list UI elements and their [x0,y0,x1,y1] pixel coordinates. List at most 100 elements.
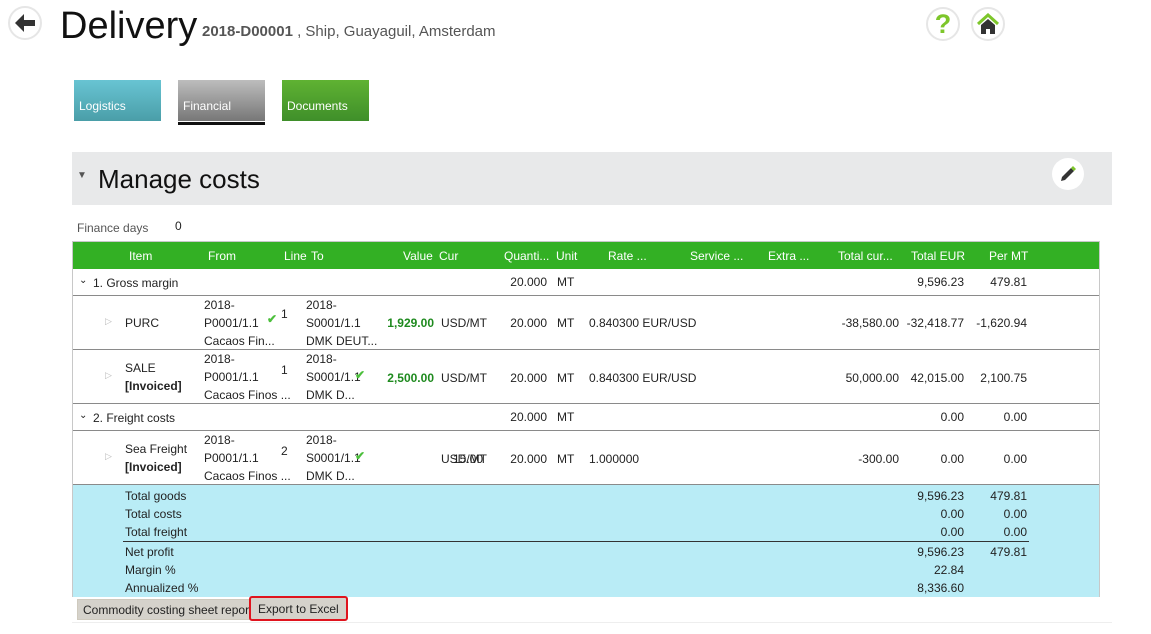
col-per-mt[interactable]: Per MT [989,249,1028,263]
pencil-icon [1061,166,1076,181]
row-status: [Invoiced] [125,379,182,393]
col-total-eur[interactable]: Total EUR [911,249,965,263]
finance-days-label: Finance days [77,221,149,235]
check-icon: ✔ [267,312,278,326]
row-value: 2,500.00 [387,371,434,385]
row-rate: 0.840300 EUR/USD [589,316,697,330]
summary-divider [123,541,1029,542]
col-total-cur[interactable]: Total cur... [838,249,893,263]
tab-financial[interactable]: Financial [178,80,265,121]
col-item[interactable]: Item [129,249,152,263]
col-quantity[interactable]: Quanti... [504,249,549,263]
row-item: Sea Freight [125,442,188,456]
table-row[interactable]: ▷ SALE [Invoiced] 2018- P0001/1.1 Cacaos F… [73,350,1099,404]
group-quantity: 20.000 [510,275,547,289]
edit-button[interactable] [1052,158,1084,190]
row-total-cur: 50,000.00 [845,371,899,385]
col-rate[interactable]: Rate ... [608,249,647,263]
tab-documents[interactable]: Documents [282,80,369,121]
costs-table: Item From Line To Value Cur Quanti... Un… [72,241,1100,597]
col-to[interactable]: To [311,249,324,263]
footer-divider [72,622,1112,623]
delivery-id: 2018-D00001 [202,23,293,40]
row-item: SALE [125,361,156,375]
row-cur: USD/MT [441,316,487,330]
row-status: [Invoiced] [125,460,182,474]
row-quantity: 20.000 [510,316,547,330]
row-to: 2018- S0001/1.1 DMK D... [306,352,361,402]
row-rate: 0.840300 EUR/USD [589,371,697,385]
row-total-cur: -300.00 [858,452,899,466]
row-line: 1 [281,307,288,321]
back-button[interactable] [8,6,42,40]
group-label: 2. Freight costs [93,411,176,425]
expand-row-icon[interactable]: ▷ [105,451,112,462]
page-title: Delivery [60,5,198,47]
row-unit: MT [557,316,575,330]
active-tab-underline [178,122,265,125]
expand-row-icon[interactable]: ▷ [105,316,112,327]
help-icon: ? [934,8,952,39]
col-value[interactable]: Value [403,249,433,263]
row-unit: MT [557,452,575,466]
row-to: 2018- S0001/1.1 DMK DEUT... [306,298,378,348]
group-row-gross-margin[interactable]: ⌄ 1. Gross margin 20.000 MT 9,596.23 479… [73,269,1099,296]
tab-logistics[interactable]: Logistics [74,80,161,121]
row-per-mt: -1,620.94 [976,316,1027,330]
check-icon: ✔ [355,368,366,382]
row-line: 1 [281,363,288,377]
row-total-eur: -32,418.77 [906,316,964,330]
table-row[interactable]: ▷ PURC 2018- P0001/1.1 Cacaos Fin... ✔ 1 2… [73,296,1099,350]
check-icon: ✔ [355,449,366,463]
group-per-mt: 479.81 [990,275,1027,289]
finance-days-value[interactable]: 0 [175,219,182,233]
row-rate: 1.000000 [589,452,640,466]
row-from: 2018- P0001/1.1 Cacaos Fin... [204,298,275,348]
expand-row-icon[interactable]: ▷ [105,370,112,381]
group-per-mt: 0.00 [1003,410,1027,424]
row-per-mt: 0.00 [1003,452,1027,466]
collapse-icon[interactable]: ▼ [77,170,87,181]
col-extra[interactable]: Extra ... [768,249,809,263]
row-item: PURC [125,316,160,330]
row-cur: USD/MT [441,452,487,466]
row-per-mt: 2,100.75 [980,371,1027,385]
group-total-eur: 9,596.23 [917,275,964,289]
row-from: 2018- P0001/1.1 Cacaos Finos ... [204,352,291,402]
row-cur: USD/MT [441,371,487,385]
row-total-eur: 42,015.00 [910,371,964,385]
table-header: Item From Line To Value Cur Quanti... Un… [73,242,1099,269]
home-icon [976,13,1000,34]
group-unit: MT [557,410,575,424]
summary-section: Total goods 9,596.23 479.81 Total costs 0.0… [73,485,1099,597]
delivery-route: , Ship, Guayaguil, Amsterdam [292,23,496,40]
section-header: ▼ Manage costs [72,152,1112,205]
row-line: 2 [281,444,288,458]
row-value: 1,929.00 [387,316,434,330]
row-to: 2018- S0001/1.1 DMK D... [306,433,361,483]
row-from: 2018- P0001/1.1 Cacaos Finos ... [204,433,291,483]
col-unit[interactable]: Unit [556,249,577,263]
col-line[interactable]: Line [284,249,307,263]
col-cur[interactable]: Cur [439,249,458,263]
page-subtitle: 2018-D00001 , Ship, Guayaguil, Amsterdam [202,23,496,40]
table-row[interactable]: ▷ Sea Freight [Invoiced] 2018- P0001/1.1 C… [73,431,1099,485]
export-to-excel-button[interactable]: Export to Excel [249,596,348,621]
expand-chevron-icon[interactable]: ⌄ [79,410,87,421]
commodity-costing-report-button[interactable]: Commodity costing sheet report [77,599,259,620]
group-row-freight-costs[interactable]: ⌄ 2. Freight costs 20.000 MT 0.00 0.00 [73,404,1099,431]
help-button[interactable]: ? [926,7,960,41]
section-title: Manage costs [98,164,260,194]
group-unit: MT [557,275,575,289]
expand-chevron-icon[interactable]: ⌄ [79,275,87,286]
group-quantity: 20.000 [510,410,547,424]
row-unit: MT [557,371,575,385]
group-total-eur: 0.00 [940,410,964,424]
col-service[interactable]: Service ... [690,249,743,263]
row-quantity: 20.000 [510,371,547,385]
back-arrow-icon [15,14,35,32]
home-button[interactable] [971,7,1005,41]
row-quantity: 20.000 [510,452,547,466]
group-label: 1. Gross margin [93,276,179,290]
col-from[interactable]: From [208,249,236,263]
